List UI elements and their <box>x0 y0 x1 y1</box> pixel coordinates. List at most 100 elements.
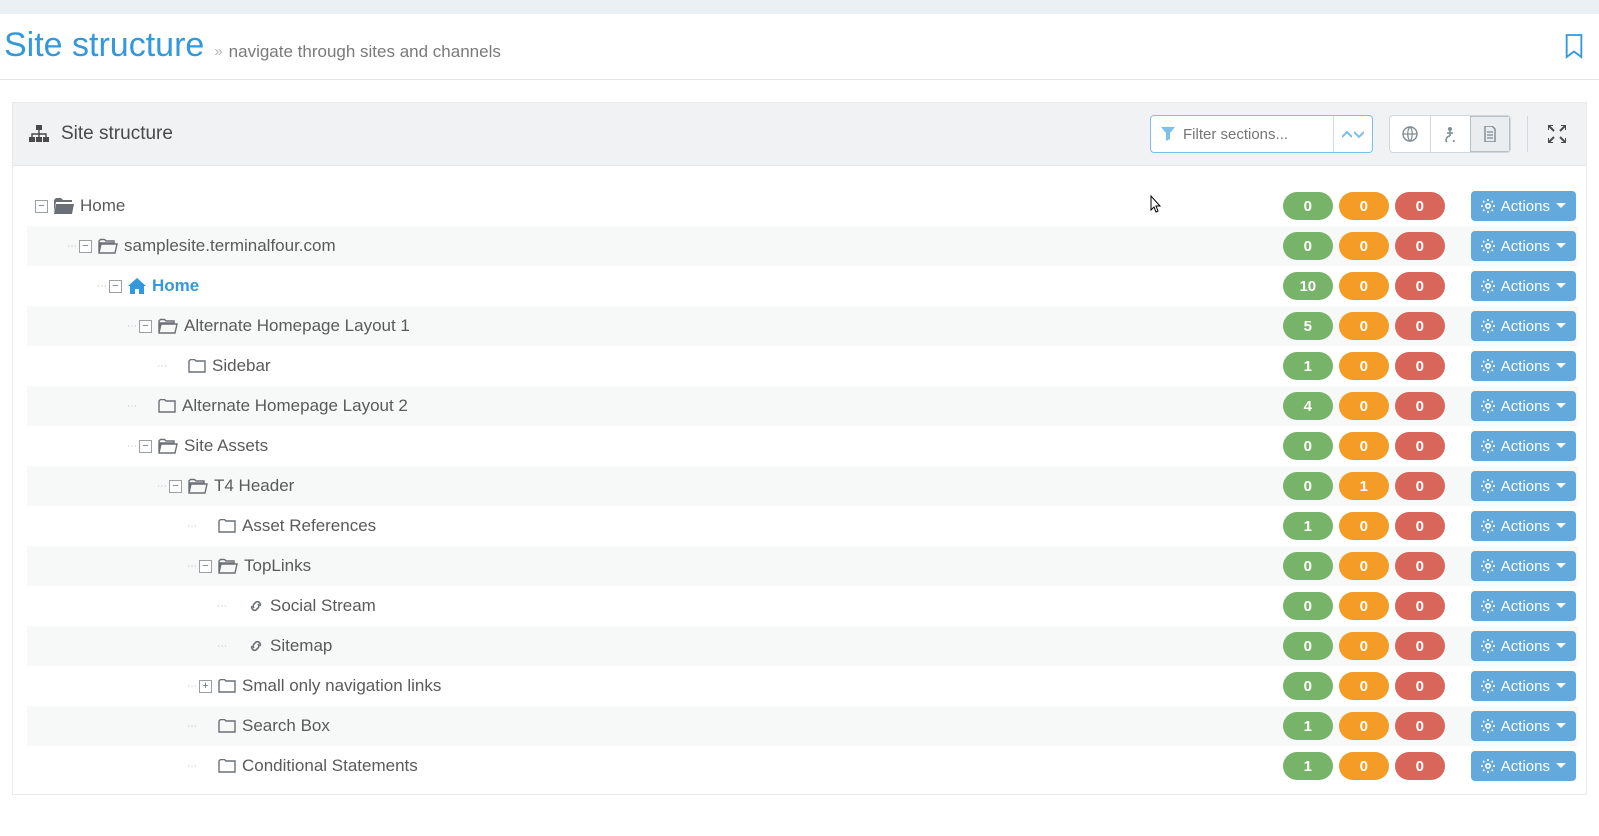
actions-button[interactable]: Actions <box>1471 551 1576 581</box>
tree-node[interactable]: Alternate Homepage Layout 1 <box>158 316 1283 336</box>
pending-count-badge[interactable]: 0 <box>1339 672 1389 700</box>
actions-button[interactable]: Actions <box>1471 191 1576 221</box>
inactive-count-badge[interactable]: 0 <box>1395 512 1445 540</box>
pending-count-badge[interactable]: 0 <box>1339 272 1389 300</box>
tree-node[interactable]: Social Stream <box>248 596 1283 616</box>
inactive-count-badge[interactable]: 0 <box>1395 592 1445 620</box>
inactive-count-badge[interactable]: 0 <box>1395 672 1445 700</box>
fullscreen-button[interactable] <box>1544 125 1570 143</box>
view-document-button[interactable] <box>1470 116 1510 152</box>
inactive-count-badge[interactable]: 0 <box>1395 552 1445 580</box>
collapse-toggle[interactable]: − <box>109 280 122 293</box>
pending-count-badge[interactable]: 0 <box>1339 752 1389 780</box>
inactive-count-badge[interactable]: 0 <box>1395 272 1445 300</box>
pending-count-badge[interactable]: 0 <box>1339 432 1389 460</box>
inactive-count-badge[interactable]: 0 <box>1395 712 1445 740</box>
tree-node-label: Sidebar <box>212 356 271 376</box>
tree-node[interactable]: Sidebar <box>188 356 1283 376</box>
inactive-count-badge[interactable]: 0 <box>1395 632 1445 660</box>
pending-count-badge[interactable]: 0 <box>1339 232 1389 260</box>
approved-count-badge[interactable]: 10 <box>1283 272 1333 300</box>
tree-node[interactable]: Conditional Statements <box>218 756 1283 776</box>
collapse-toggle[interactable]: − <box>169 480 182 493</box>
approved-count-badge[interactable]: 0 <box>1283 632 1333 660</box>
pending-count-badge[interactable]: 0 <box>1339 352 1389 380</box>
tree-node[interactable]: Home <box>128 276 1283 296</box>
pending-count-badge[interactable]: 0 <box>1339 392 1389 420</box>
actions-button[interactable]: Actions <box>1471 711 1576 741</box>
caret-down-icon <box>1556 603 1566 609</box>
actions-button[interactable]: Actions <box>1471 431 1576 461</box>
tree-connector: ⋯ <box>127 321 137 332</box>
tree-node-label: Conditional Statements <box>242 756 418 776</box>
pending-count-badge[interactable]: 1 <box>1339 472 1389 500</box>
collapse-toggle[interactable]: − <box>199 560 212 573</box>
inactive-count-badge[interactable]: 0 <box>1395 432 1445 460</box>
approved-count-badge[interactable]: 1 <box>1283 712 1333 740</box>
filter-input[interactable] <box>1183 126 1323 143</box>
collapse-toggle[interactable]: − <box>139 320 152 333</box>
approved-count-badge[interactable]: 4 <box>1283 392 1333 420</box>
approved-count-badge[interactable]: 0 <box>1283 552 1333 580</box>
tree-node[interactable]: Alternate Homepage Layout 2 <box>158 396 1283 416</box>
approved-count-badge[interactable]: 0 <box>1283 432 1333 460</box>
expand-toggle[interactable]: + <box>199 680 212 693</box>
actions-button[interactable]: Actions <box>1471 671 1576 701</box>
tree-node[interactable]: Home <box>54 196 1283 216</box>
approved-count-badge[interactable]: 0 <box>1283 232 1333 260</box>
tree-node[interactable]: T4 Header <box>188 476 1283 496</box>
tree-node[interactable]: Sitemap <box>248 636 1283 656</box>
actions-button[interactable]: Actions <box>1471 271 1576 301</box>
inactive-count-badge[interactable]: 0 <box>1395 392 1445 420</box>
view-accessibility-button[interactable] <box>1430 116 1470 152</box>
inactive-count-badge[interactable]: 0 <box>1395 312 1445 340</box>
collapse-toggle[interactable]: − <box>79 240 92 253</box>
actions-button[interactable]: Actions <box>1471 351 1576 381</box>
tree-node[interactable]: TopLinks <box>218 556 1283 576</box>
pending-count-badge[interactable]: 0 <box>1339 632 1389 660</box>
pending-count-badge[interactable]: 0 <box>1339 512 1389 540</box>
approved-count-badge[interactable]: 1 <box>1283 352 1333 380</box>
approved-count-badge[interactable]: 0 <box>1283 472 1333 500</box>
inactive-count-badge[interactable]: 0 <box>1395 752 1445 780</box>
actions-button[interactable]: Actions <box>1471 751 1576 781</box>
approved-count-badge[interactable]: 0 <box>1283 672 1333 700</box>
pending-count-badge[interactable]: 0 <box>1339 712 1389 740</box>
tree-node[interactable]: Small only navigation links <box>218 676 1283 696</box>
approved-count-badge[interactable]: 1 <box>1283 512 1333 540</box>
inactive-count-badge[interactable]: 0 <box>1395 472 1445 500</box>
actions-button[interactable]: Actions <box>1471 231 1576 261</box>
tree-row: ⋯−TopLinks000Actions <box>27 546 1578 586</box>
tree-node[interactable]: Asset References <box>218 516 1283 536</box>
caret-down-icon <box>1556 203 1566 209</box>
actions-button[interactable]: Actions <box>1471 471 1576 501</box>
tree-node[interactable]: Search Box <box>218 716 1283 736</box>
actions-button[interactable]: Actions <box>1471 631 1576 661</box>
pending-count-badge[interactable]: 0 <box>1339 552 1389 580</box>
collapse-toggle[interactable]: − <box>35 200 48 213</box>
page-title: Site structure <box>4 26 204 65</box>
approved-count-badge[interactable]: 5 <box>1283 312 1333 340</box>
pending-count-badge[interactable]: 0 <box>1339 592 1389 620</box>
tree-node[interactable]: samplesite.terminalfour.com <box>98 236 1283 256</box>
link-icon <box>248 638 264 654</box>
pending-count-badge[interactable]: 0 <box>1339 192 1389 220</box>
folder-open-icon <box>158 438 178 454</box>
inactive-count-badge[interactable]: 0 <box>1395 232 1445 260</box>
actions-label: Actions <box>1501 758 1550 775</box>
bookmark-button[interactable] <box>1563 33 1585 59</box>
tree-node[interactable]: Site Assets <box>158 436 1283 456</box>
actions-button[interactable]: Actions <box>1471 591 1576 621</box>
inactive-count-badge[interactable]: 0 <box>1395 192 1445 220</box>
pending-count-badge[interactable]: 0 <box>1339 312 1389 340</box>
inactive-count-badge[interactable]: 0 <box>1395 352 1445 380</box>
actions-button[interactable]: Actions <box>1471 311 1576 341</box>
view-globe-button[interactable] <box>1390 116 1430 152</box>
approved-count-badge[interactable]: 0 <box>1283 592 1333 620</box>
actions-button[interactable]: Actions <box>1471 511 1576 541</box>
actions-button[interactable]: Actions <box>1471 391 1576 421</box>
approved-count-badge[interactable]: 0 <box>1283 192 1333 220</box>
filter-sort-toggle[interactable] <box>1333 116 1372 152</box>
approved-count-badge[interactable]: 1 <box>1283 752 1333 780</box>
collapse-toggle[interactable]: − <box>139 440 152 453</box>
